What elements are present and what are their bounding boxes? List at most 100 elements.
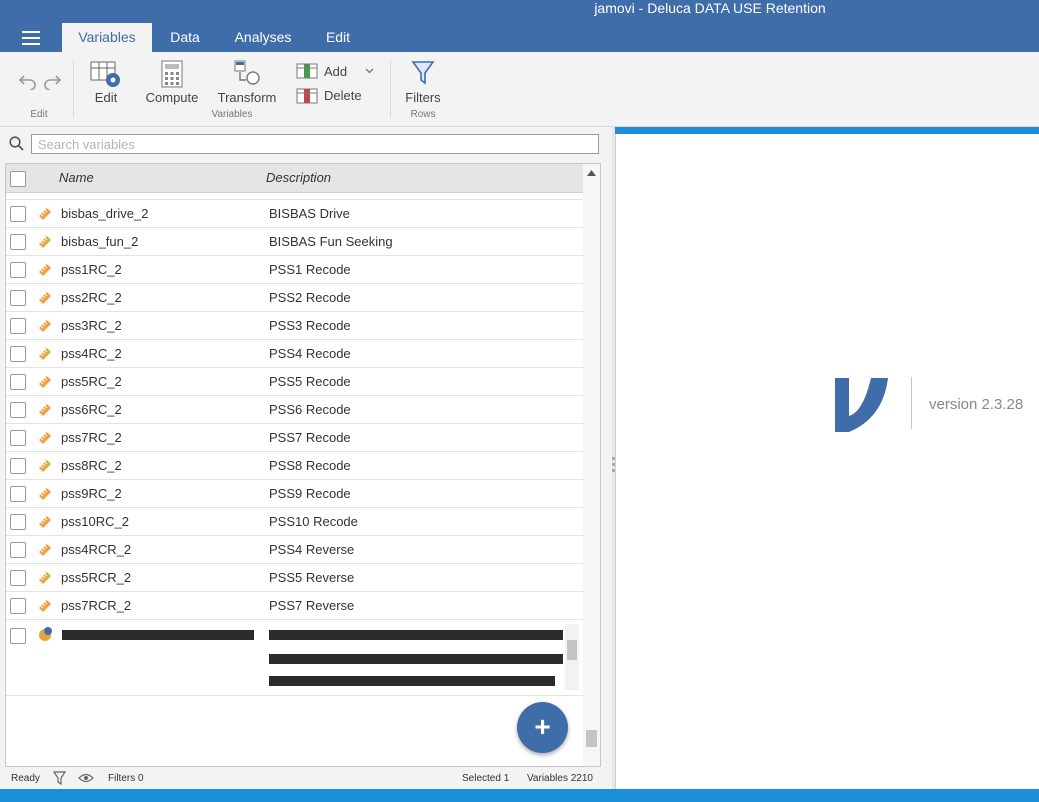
status-selected: Selected 1 (462, 773, 510, 784)
table-row[interactable]: pss3RC_2 PSS3 Recode (6, 312, 583, 340)
delete-button[interactable]: Delete (324, 88, 364, 103)
variable-description: PSS6 Recode (269, 402, 351, 417)
continuous-measure-icon (39, 600, 51, 612)
variable-name: pss6RC_2 (61, 402, 122, 417)
row-checkbox[interactable] (10, 290, 26, 306)
calculator-icon[interactable] (160, 60, 184, 88)
variable-name: bisbas_fun_2 (61, 234, 139, 249)
transform-icon[interactable] (232, 60, 262, 90)
ribbon-toolbar: Edit Edit Compute Transform Add Delete V… (0, 52, 1039, 127)
delete-variable-icon[interactable] (296, 88, 318, 104)
continuous-measure-icon (39, 488, 51, 500)
continuous-measure-icon (39, 236, 51, 248)
row-checkbox[interactable] (10, 206, 26, 222)
table-header: Name Description (6, 164, 583, 193)
edit-variable-icon[interactable] (90, 60, 122, 90)
rows-group-label: Rows (410, 109, 436, 120)
redacted-description-line (269, 676, 555, 686)
search-input[interactable] (31, 134, 599, 154)
variable-description: PSS7 Reverse (269, 598, 355, 613)
ribbon-divider (390, 60, 391, 118)
table-row[interactable]: pss10RC_2 PSS10 Recode (6, 508, 583, 536)
jamovi-logo (835, 378, 888, 432)
row-checkbox[interactable] (10, 402, 26, 418)
table-row[interactable]: pss6RC_2 PSS6 Recode (6, 396, 583, 424)
name-column-header[interactable]: Name (59, 164, 94, 192)
table-row[interactable]: pss9RC_2 PSS9 Recode (6, 480, 583, 508)
variable-description: PSS5 Reverse (269, 570, 355, 585)
add-button[interactable]: Add (324, 64, 350, 79)
row-checkbox[interactable] (10, 374, 26, 390)
tab-variables[interactable]: Variables (62, 23, 152, 52)
tab-data[interactable]: Data (160, 23, 210, 52)
variable-description: PSS4 Reverse (269, 542, 355, 557)
continuous-measure-icon (39, 208, 51, 220)
tab-analyses[interactable]: Analyses (228, 23, 298, 52)
table-row[interactable]: pss8RC_2 PSS8 Recode (6, 452, 583, 480)
variable-name: pss2RC_2 (61, 290, 122, 305)
row-checkbox[interactable] (10, 318, 26, 334)
eye-icon[interactable] (78, 773, 94, 783)
variable-description: BISBAS Fun Seeking (269, 234, 393, 249)
filter-icon[interactable] (411, 60, 435, 86)
table-row (6, 192, 583, 200)
variable-name: pss1RC_2 (61, 262, 122, 277)
edit-button[interactable]: Edit (86, 90, 126, 105)
description-scrollbar-thumb[interactable] (567, 640, 577, 660)
results-panel: version 2.3.28 (615, 134, 1039, 789)
table-row[interactable]: pss1RC_2 PSS1 Recode (6, 256, 583, 284)
filter-icon[interactable] (53, 771, 66, 785)
compute-button[interactable]: Compute (140, 90, 204, 105)
table-row[interactable]: bisbas_fun_2 BISBAS Fun Seeking (6, 228, 583, 256)
row-checkbox[interactable] (10, 542, 26, 558)
select-all-checkbox[interactable] (10, 171, 26, 187)
row-checkbox[interactable] (10, 346, 26, 362)
chevron-down-icon[interactable] (365, 68, 374, 74)
row-checkbox[interactable] (10, 598, 26, 614)
table-row[interactable]: pss7RCR_2 PSS7 Reverse (6, 592, 583, 620)
description-column-header[interactable]: Description (266, 164, 331, 192)
redo-icon[interactable] (42, 72, 62, 90)
table-row[interactable]: bisbas_drive_2 BISBAS Drive (6, 200, 583, 228)
variable-description: PSS5 Recode (269, 374, 351, 389)
table-row[interactable]: pss7RC_2 PSS7 Recode (6, 424, 583, 452)
row-checkbox[interactable] (10, 262, 26, 278)
description-scrollbar[interactable] (565, 624, 579, 690)
redacted-name (62, 630, 254, 640)
row-checkbox[interactable] (10, 234, 26, 250)
tab-edit[interactable]: Edit (315, 23, 361, 52)
row-checkbox[interactable] (10, 570, 26, 586)
row-checkbox[interactable] (10, 486, 26, 502)
variable-name: pss7RCR_2 (61, 598, 132, 613)
table-scrollbar-thumb[interactable] (586, 730, 597, 747)
row-checkbox[interactable] (10, 430, 26, 446)
table-row[interactable]: pss5RC_2 PSS5 Recode (6, 368, 583, 396)
row-checkbox[interactable] (10, 514, 26, 530)
menu-icon[interactable] (22, 31, 40, 45)
filters-button[interactable]: Filters (398, 90, 448, 105)
variable-description: PSS7 Recode (269, 430, 351, 445)
add-variable-fab[interactable]: + (517, 702, 568, 753)
continuous-measure-icon (39, 516, 51, 528)
version-label: version 2.3.28 (929, 396, 1024, 413)
variable-description: PSS1 Recode (269, 262, 351, 277)
table-row[interactable]: pss4RC_2 PSS4 Recode (6, 340, 583, 368)
table-row[interactable]: pss5RCR_2 PSS5 Reverse (6, 564, 583, 592)
ribbon-divider (73, 60, 74, 118)
variable-name: pss10RC_2 (61, 514, 129, 529)
table-row[interactable]: pss2RC_2 PSS2 Recode (6, 284, 583, 312)
table-row[interactable]: pss4RCR_2 PSS4 Reverse (6, 536, 583, 564)
row-checkbox[interactable] (10, 458, 26, 474)
variable-description: PSS3 Recode (269, 318, 351, 333)
add-variable-icon[interactable] (296, 63, 318, 79)
scroll-up-icon[interactable] (587, 170, 596, 176)
row-checkbox[interactable] (10, 628, 26, 644)
transform-button[interactable]: Transform (212, 90, 282, 105)
variable-description: PSS4 Recode (269, 346, 351, 361)
table-scrollbar[interactable] (583, 164, 600, 766)
variable-name: pss4RC_2 (61, 346, 122, 361)
undo-icon[interactable] (18, 72, 38, 90)
table-row-redacted[interactable] (6, 620, 583, 696)
continuous-measure-icon (39, 432, 51, 444)
continuous-measure-icon (39, 348, 51, 360)
